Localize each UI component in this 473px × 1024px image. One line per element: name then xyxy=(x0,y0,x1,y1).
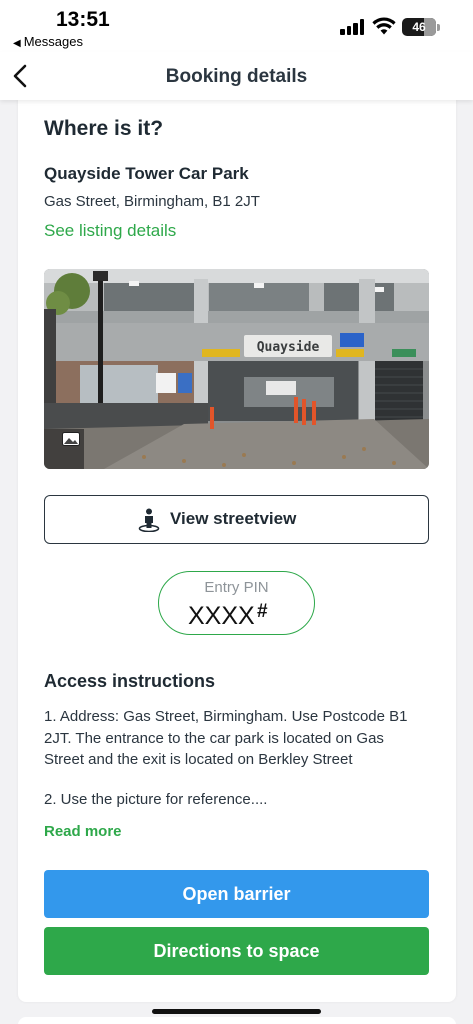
open-barrier-button[interactable]: Open barrier xyxy=(44,870,429,918)
entry-pin-label: Entry PIN xyxy=(204,579,269,596)
page-title: Booking details xyxy=(165,66,308,87)
see-listing-details-link[interactable]: See listing details xyxy=(44,221,176,241)
person-pin-icon xyxy=(138,508,160,532)
read-more-link[interactable]: Read more xyxy=(44,823,122,840)
back-app-label: Messages xyxy=(23,34,83,49)
view-streetview-button[interactable]: View streetview xyxy=(44,495,429,544)
entry-pin-value: XXXX xyxy=(188,602,255,630)
battery-icon: 46 xyxy=(402,18,436,36)
car-park-name: Quayside Tower Car Park xyxy=(44,164,249,183)
view-streetview-label: View streetview xyxy=(170,509,297,528)
car-park-sign-text: Quayside xyxy=(257,340,320,355)
status-bar: 13:51 ◀ Messages 46 xyxy=(0,0,473,52)
home-indicator[interactable] xyxy=(152,1009,321,1014)
wifi-icon xyxy=(372,17,396,35)
battery-level: 46 xyxy=(412,20,426,34)
gallery-icon xyxy=(62,432,80,446)
navigation-bar: Booking details xyxy=(0,52,473,100)
car-park-photo[interactable]: Quayside xyxy=(44,269,429,469)
entry-pin-suffix: # xyxy=(257,601,268,622)
directions-to-space-button[interactable]: Directions to space xyxy=(44,927,429,975)
back-to-app-link[interactable]: ◀ Messages xyxy=(13,34,83,49)
status-time: 13:51 xyxy=(56,8,110,31)
access-instructions-text-1: 1. Address: Gas Street, Birmingham. Use … xyxy=(44,708,408,768)
access-instructions-text-2: 2. Use the picture for reference.... xyxy=(44,791,268,808)
back-triangle-icon: ◀ xyxy=(13,38,21,49)
next-card-edge xyxy=(18,1017,456,1024)
car-park-address: Gas Street, Birmingham, B1 2JT xyxy=(44,193,260,210)
access-instructions-heading: Access instructions xyxy=(44,671,216,691)
entry-pin-box: Entry PIN XXXX # xyxy=(158,571,315,635)
cellular-signal-icon xyxy=(340,19,366,35)
where-heading: Where is it? xyxy=(44,117,164,140)
